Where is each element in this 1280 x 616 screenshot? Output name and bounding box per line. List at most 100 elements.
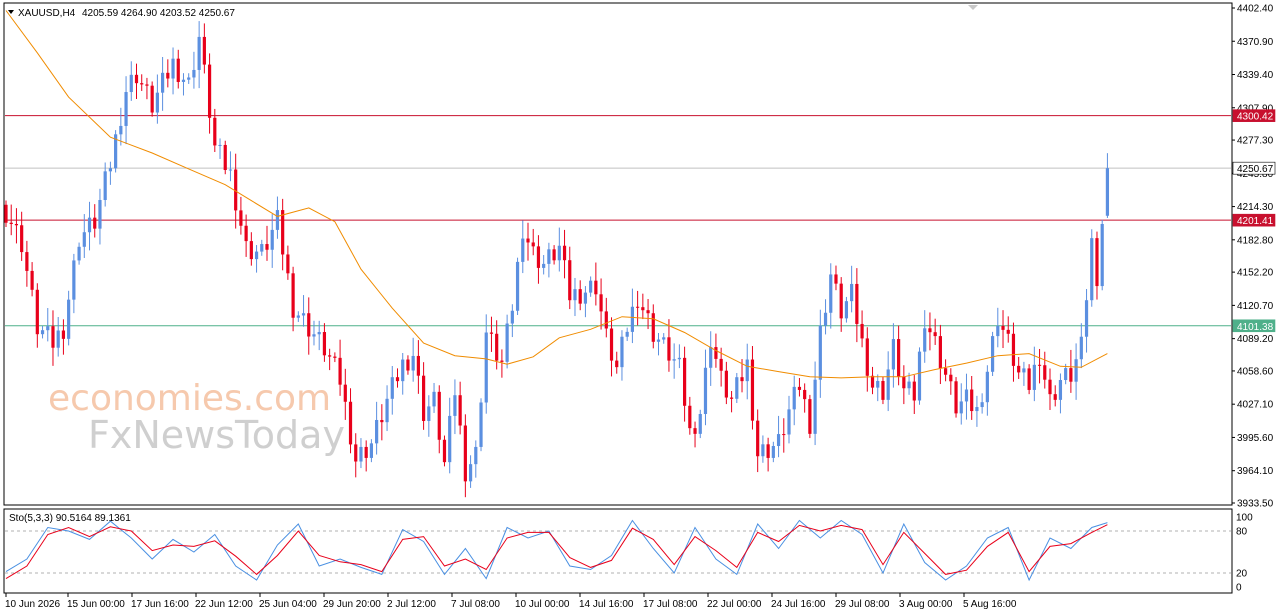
bull-candle (547, 249, 551, 264)
price-tag-label: 4101.38 (1237, 322, 1274, 333)
bear-candle (463, 425, 467, 482)
bear-candle (14, 223, 19, 226)
bull-candle (813, 379, 817, 434)
bear-candle (855, 283, 859, 324)
bear-candle (954, 381, 958, 414)
bear-candle (1053, 394, 1057, 400)
time-tick-label: 24 Jul 16:00 (771, 599, 826, 610)
bear-candle (594, 280, 598, 295)
bull-candle (46, 326, 50, 331)
bear-candle (489, 332, 494, 334)
time-tick-label: 2 Jul 12:00 (387, 599, 436, 610)
bear-candle (865, 338, 869, 376)
bull-candle (630, 306, 634, 332)
price-tick-label: 4089.20 (1237, 334, 1274, 345)
bull-candle (108, 168, 112, 172)
bear-candle (766, 444, 770, 458)
bear-candle (35, 289, 39, 335)
bull-candle (448, 415, 452, 463)
bull-candle (698, 414, 702, 434)
bull-candle (515, 261, 520, 311)
bull-candle (844, 301, 849, 319)
bull-candle (484, 332, 488, 403)
bull-candle (77, 246, 81, 261)
bear-candle (693, 428, 697, 434)
bull-candle (103, 171, 107, 200)
bear-candle (223, 144, 227, 171)
bear-candle (729, 397, 734, 399)
price-tag-label: 4201.41 (1237, 216, 1274, 227)
bear-candle (970, 389, 974, 412)
bull-candle (296, 315, 300, 318)
bull-candle (119, 125, 123, 135)
time-tick-label: 5 Aug 16:00 (963, 599, 1017, 610)
bull-candle (818, 325, 822, 380)
bull-candle (829, 274, 833, 313)
bull-candle (761, 444, 765, 457)
bull-candle (359, 446, 363, 462)
bear-candle (286, 254, 290, 274)
bear-candle (406, 359, 410, 371)
price-tick-label: 4058.60 (1237, 366, 1274, 377)
time-tick-label: 29 Jun 20:00 (323, 599, 381, 610)
price-tag-label: 4250.67 (1237, 164, 1274, 175)
bull-candle (401, 359, 405, 382)
bear-candle (207, 64, 212, 118)
bear-candle (938, 336, 942, 369)
bull-candle (776, 434, 781, 446)
bull-candle (573, 289, 577, 301)
time-tick-label: 3 Aug 00:00 (899, 599, 953, 610)
watermark-fxnewstoday: FxNewsToday (88, 413, 345, 457)
bull-candle (510, 310, 514, 324)
bull-candle (72, 260, 76, 300)
price-tick-label: 4027.10 (1237, 400, 1274, 411)
bear-candle (322, 332, 327, 356)
bull-candle (975, 407, 979, 412)
bear-candle (4, 204, 8, 223)
time-tick-label: 22 Jun 12:00 (195, 599, 253, 610)
time-tick-label: 7 Jul 08:00 (451, 599, 500, 610)
bull-candle (375, 419, 379, 444)
bear-candle (1011, 333, 1016, 366)
price-axis: 4402.404370.904339.404307.904277.304245.… (1232, 4, 1274, 510)
bear-candle (902, 376, 906, 389)
bear-candle (782, 434, 786, 436)
bear-candle (458, 395, 462, 426)
bull-candle (745, 359, 749, 382)
price-chart[interactable]: economies.com FxNewsToday 4402.404370.90… (0, 0, 1280, 616)
price-tick-label: 4339.40 (1237, 70, 1274, 81)
time-tick-label: 14 Jul 16:00 (579, 599, 634, 610)
bear-candle (944, 368, 948, 375)
bear-candle (552, 249, 556, 261)
price-tick-label: 3995.60 (1237, 433, 1274, 444)
bull-candle (876, 380, 880, 388)
bear-candle (395, 377, 400, 382)
bear-candle (495, 333, 499, 361)
bull-candle (312, 334, 316, 337)
bear-candle (568, 260, 572, 301)
bear-candle (291, 273, 295, 318)
bear-candle (714, 347, 718, 359)
bull-candle (620, 336, 624, 368)
time-tick-label: 10 Jun 2026 (5, 599, 60, 610)
bull-candle (917, 351, 922, 401)
bear-candle (30, 270, 34, 290)
bull-candle (1079, 336, 1083, 360)
bear-candle (803, 389, 807, 400)
bull-candle (985, 371, 989, 403)
bear-candle (338, 357, 342, 385)
bear-candle (646, 310, 650, 314)
bear-candle (724, 370, 728, 398)
price-tick-label: 4214.30 (1237, 202, 1274, 213)
time-tick-label: 17 Jul 08:00 (643, 599, 698, 610)
bull-candle (432, 391, 436, 407)
bull-candle (980, 402, 984, 408)
bull-candle (1100, 223, 1104, 287)
bull-candle (1090, 238, 1094, 301)
bear-candle (928, 328, 932, 333)
bear-candle (1027, 368, 1031, 390)
bull-candle (260, 244, 264, 252)
bull-candle (129, 74, 133, 93)
bull-candle (1064, 368, 1068, 381)
bull-candle (823, 312, 828, 326)
